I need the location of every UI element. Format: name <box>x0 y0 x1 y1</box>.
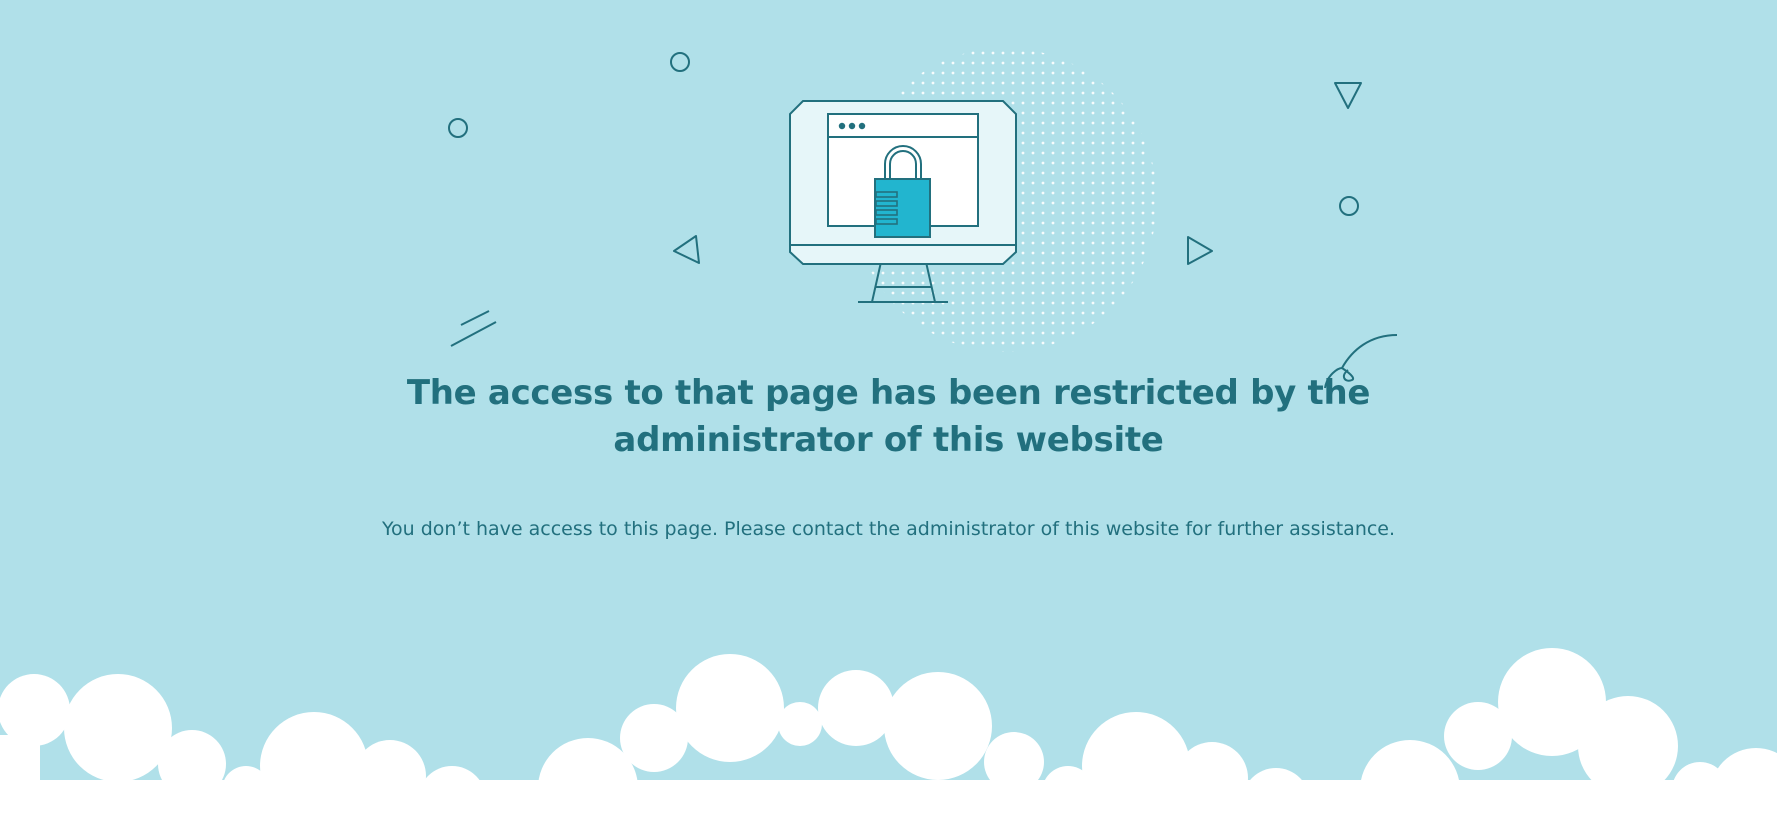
triangle-icon <box>1334 82 1362 109</box>
triangle-icon <box>673 235 700 264</box>
page-title: The access to that page has been restric… <box>406 373 1371 460</box>
circle-icon <box>1339 196 1359 216</box>
dash-icon <box>460 310 490 326</box>
restricted-page: The access to that page has been restric… <box>0 0 1777 835</box>
clouds-footer <box>0 648 1777 835</box>
circle-icon <box>448 118 468 138</box>
triangle-icon <box>1187 236 1213 265</box>
dash-icon <box>450 321 497 347</box>
page-message: You don’t have access to this page. Plea… <box>381 518 1396 540</box>
circle-icon <box>670 52 690 72</box>
